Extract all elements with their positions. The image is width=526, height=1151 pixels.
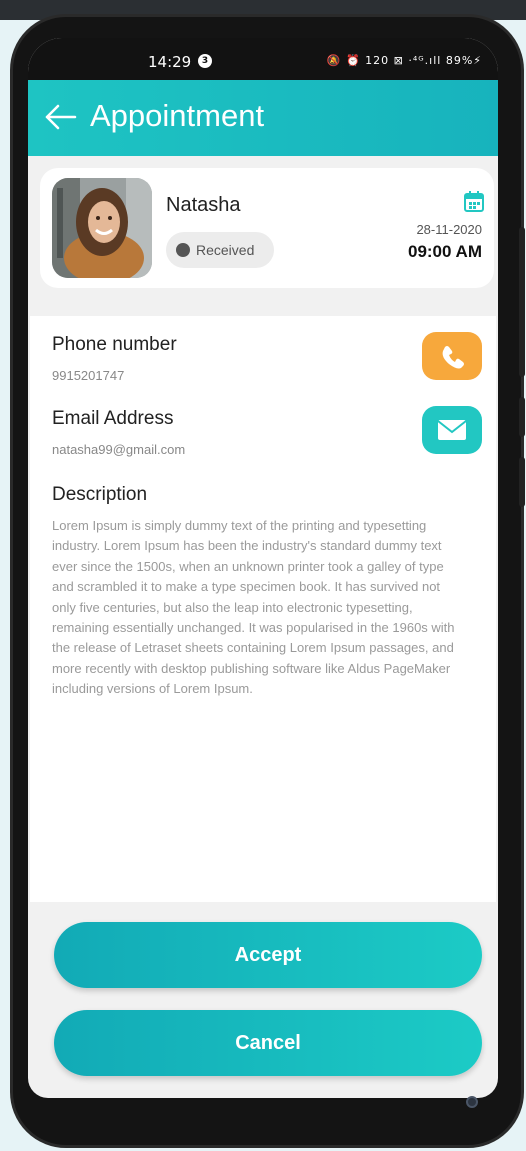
profile-card: Natasha Received 28-11-2020 09:00 AM bbox=[40, 168, 494, 288]
phone-label: Phone number bbox=[52, 334, 177, 355]
avatar-photo bbox=[52, 178, 152, 278]
status-badge: Received bbox=[166, 232, 274, 268]
description-text: Lorem Ipsum is simply dummy text of the … bbox=[52, 518, 455, 697]
phone-icon bbox=[442, 346, 464, 369]
appointment-time: 09:00 AM bbox=[407, 242, 482, 261]
status-dot-icon bbox=[176, 243, 190, 257]
notification-count-badge: 3 bbox=[198, 54, 212, 68]
calendar-icon bbox=[464, 191, 484, 212]
status-bar: 14:29 3 🔕 ⏰ 120 ⊠ ·⁴ᴳ.ıll 89%⚡ bbox=[28, 38, 498, 80]
email-label: Email Address bbox=[52, 408, 174, 429]
status-label: Received bbox=[196, 242, 255, 258]
camera-dot bbox=[466, 1096, 478, 1108]
patient-name: Natasha bbox=[166, 194, 241, 216]
details-card: Phone number 9915201747 Email Address na… bbox=[30, 316, 496, 902]
arrow-left-icon[interactable] bbox=[44, 102, 78, 132]
email-button[interactable] bbox=[422, 406, 482, 454]
status-indicators: 🔕 ⏰ 120 ⊠ ·⁴ᴳ.ıll 89%⚡ bbox=[326, 54, 482, 67]
side-button bbox=[519, 397, 525, 437]
appointment-date: 28-11-2020 bbox=[416, 222, 482, 237]
app-screen: 14:29 3 🔕 ⏰ 120 ⊠ ·⁴ᴳ.ıll 89%⚡ Appointme… bbox=[28, 38, 498, 1098]
page-title: Appointment bbox=[90, 98, 265, 133]
email-value: natasha99@gmail.com bbox=[52, 442, 186, 457]
call-button[interactable] bbox=[422, 332, 482, 380]
description-label: Description bbox=[52, 484, 148, 505]
mail-icon bbox=[437, 420, 467, 440]
accept-button[interactable]: Accept bbox=[54, 922, 482, 988]
volume-button bbox=[519, 227, 525, 377]
app-header: Appointment bbox=[28, 80, 498, 156]
avatar bbox=[52, 178, 152, 278]
phone-value: 9915201747 bbox=[52, 368, 125, 383]
power-button bbox=[519, 457, 525, 507]
status-time: 14:29 bbox=[148, 53, 192, 71]
cancel-button[interactable]: Cancel bbox=[54, 1010, 482, 1076]
